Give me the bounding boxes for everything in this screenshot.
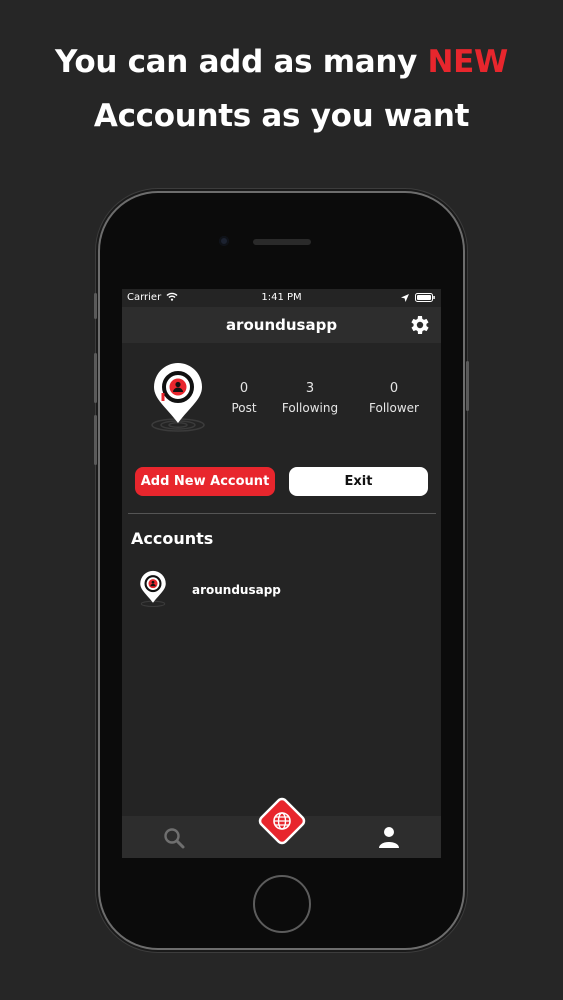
- battery-icon: [415, 293, 435, 302]
- stat-following[interactable]: 3 Following: [278, 381, 342, 415]
- nav-bar: aroundusapp: [122, 307, 441, 343]
- stat-post: 0 Post: [228, 381, 260, 415]
- stat-post-value: 0: [239, 381, 249, 396]
- account-logo-icon[interactable]: [136, 570, 170, 610]
- app-screen: Carrier 1:41 PM aroundusapp 0 Post 3 Fol…: [122, 289, 441, 858]
- status-time: 1:41 PM: [261, 292, 302, 303]
- stat-post-label: Post: [231, 401, 257, 415]
- search-icon[interactable]: [162, 826, 186, 850]
- home-button[interactable]: [253, 875, 311, 933]
- promo-headline-line2: Accounts as you want: [93, 98, 470, 134]
- nav-title: aroundusapp: [225, 316, 338, 334]
- front-camera: [219, 236, 229, 246]
- status-bar: Carrier 1:41 PM: [122, 289, 441, 307]
- mute-switch: [94, 293, 97, 319]
- add-new-account-button[interactable]: Add New Account: [135, 467, 275, 496]
- volume-up-button: [94, 353, 97, 403]
- globe-icon[interactable]: [255, 794, 309, 848]
- stat-following-value: 3: [305, 381, 315, 396]
- person-icon[interactable]: [377, 825, 401, 849]
- accounts-heading: Accounts: [131, 529, 214, 548]
- gear-icon[interactable]: [407, 313, 431, 337]
- stat-follower-value: 0: [389, 381, 399, 396]
- phone-frame: Carrier 1:41 PM aroundusapp 0 Post 3 Fol…: [94, 193, 469, 948]
- promo-highlight: NEW: [427, 44, 509, 80]
- promo-line1-prefix: You can add as many: [55, 44, 428, 80]
- earpiece-speaker: [253, 239, 311, 245]
- stat-follower[interactable]: 0 Follower: [365, 381, 423, 415]
- stat-following-label: Following: [281, 401, 339, 415]
- location-arrow-icon: [401, 293, 409, 302]
- exit-button[interactable]: Exit: [289, 467, 428, 496]
- volume-down-button: [94, 415, 97, 465]
- stat-follower-label: Follower: [369, 401, 419, 415]
- section-divider: [128, 513, 436, 514]
- profile-logo-icon: [151, 363, 205, 432]
- tab-bar: [122, 797, 441, 858]
- account-list-item-name[interactable]: aroundusapp: [192, 583, 281, 597]
- promo-headline-line1: You can add as many NEW: [0, 44, 563, 80]
- power-button: [466, 361, 469, 411]
